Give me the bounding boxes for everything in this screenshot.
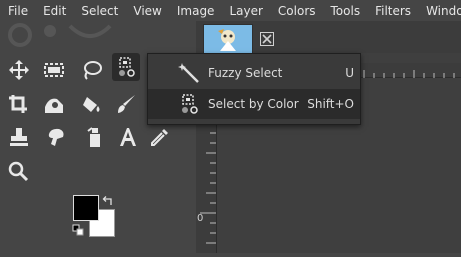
foreground-color-swatch[interactable] xyxy=(73,195,99,221)
tool-warp-transform[interactable] xyxy=(40,90,68,118)
tool-zoom[interactable] xyxy=(4,157,32,185)
ruler-zero-label: 0 xyxy=(197,213,204,224)
eraser-icon xyxy=(87,127,100,147)
popup-item-select-by-color[interactable]: Select by Color Shift+O xyxy=(148,89,360,119)
tool-color-picker[interactable] xyxy=(146,123,174,151)
fuzzy-select-shortcut: U xyxy=(345,66,354,80)
crop-icon xyxy=(9,95,27,113)
toolbox-background-pattern-icon xyxy=(8,23,112,47)
tool-move[interactable] xyxy=(5,56,33,84)
select-tools-popup: Fuzzy Select U Select by Color Shift+O xyxy=(147,53,361,125)
tool-paintbrush[interactable] xyxy=(112,90,140,118)
tool-rect-select[interactable] xyxy=(40,56,68,84)
popup-item-fuzzy-select[interactable]: Fuzzy Select U xyxy=(148,58,360,88)
menu-select[interactable]: Select xyxy=(73,4,125,18)
select-by-color-label: Select by Color xyxy=(208,97,299,111)
tool-text[interactable] xyxy=(114,123,142,151)
clone-icon xyxy=(10,128,28,146)
menu-image[interactable]: Image xyxy=(169,4,222,18)
bucket-fill-icon xyxy=(83,97,100,112)
select-by-color-shortcut: Shift+O xyxy=(307,97,354,111)
image-tab-thumbnail[interactable] xyxy=(203,24,253,54)
color-picker-icon xyxy=(151,129,168,146)
menu-windows[interactable]: Windows xyxy=(418,4,461,18)
menu-bar: File Edit Select View Image Layer Colors… xyxy=(0,0,461,21)
reset-colors-icon[interactable] xyxy=(72,224,84,236)
menu-view[interactable]: View xyxy=(125,4,168,18)
select-by-color-icon xyxy=(119,57,135,77)
tool-free-select[interactable] xyxy=(78,56,106,84)
tool-bucket-fill[interactable] xyxy=(78,90,106,118)
paintbrush-icon xyxy=(118,95,135,113)
move-icon xyxy=(9,60,29,80)
menu-file[interactable]: File xyxy=(0,4,35,18)
tool-eraser[interactable] xyxy=(80,123,108,151)
menu-tools[interactable]: Tools xyxy=(323,4,368,18)
warp-transform-icon xyxy=(45,98,63,113)
swap-colors-icon[interactable] xyxy=(102,195,114,207)
menu-colors[interactable]: Colors xyxy=(270,4,323,18)
lasso-icon xyxy=(84,61,102,80)
thumbnail-image xyxy=(204,25,252,53)
select-by-color-icon xyxy=(182,94,198,114)
rect-select-icon xyxy=(44,63,64,77)
tool-crop[interactable] xyxy=(4,90,32,118)
fuzzy-select-icon xyxy=(178,63,199,83)
menu-layer[interactable]: Layer xyxy=(221,4,269,18)
zoom-icon xyxy=(8,161,29,182)
menu-filters[interactable]: Filters xyxy=(367,4,418,18)
smudge-icon xyxy=(48,128,64,146)
tool-smudge[interactable] xyxy=(42,123,70,151)
tool-select-by-color[interactable] xyxy=(112,53,140,81)
fuzzy-select-label: Fuzzy Select xyxy=(208,66,283,80)
menu-edit[interactable]: Edit xyxy=(35,4,73,18)
text-icon xyxy=(120,128,136,146)
tool-clone[interactable] xyxy=(5,123,33,151)
close-tab-icon[interactable] xyxy=(260,31,274,46)
